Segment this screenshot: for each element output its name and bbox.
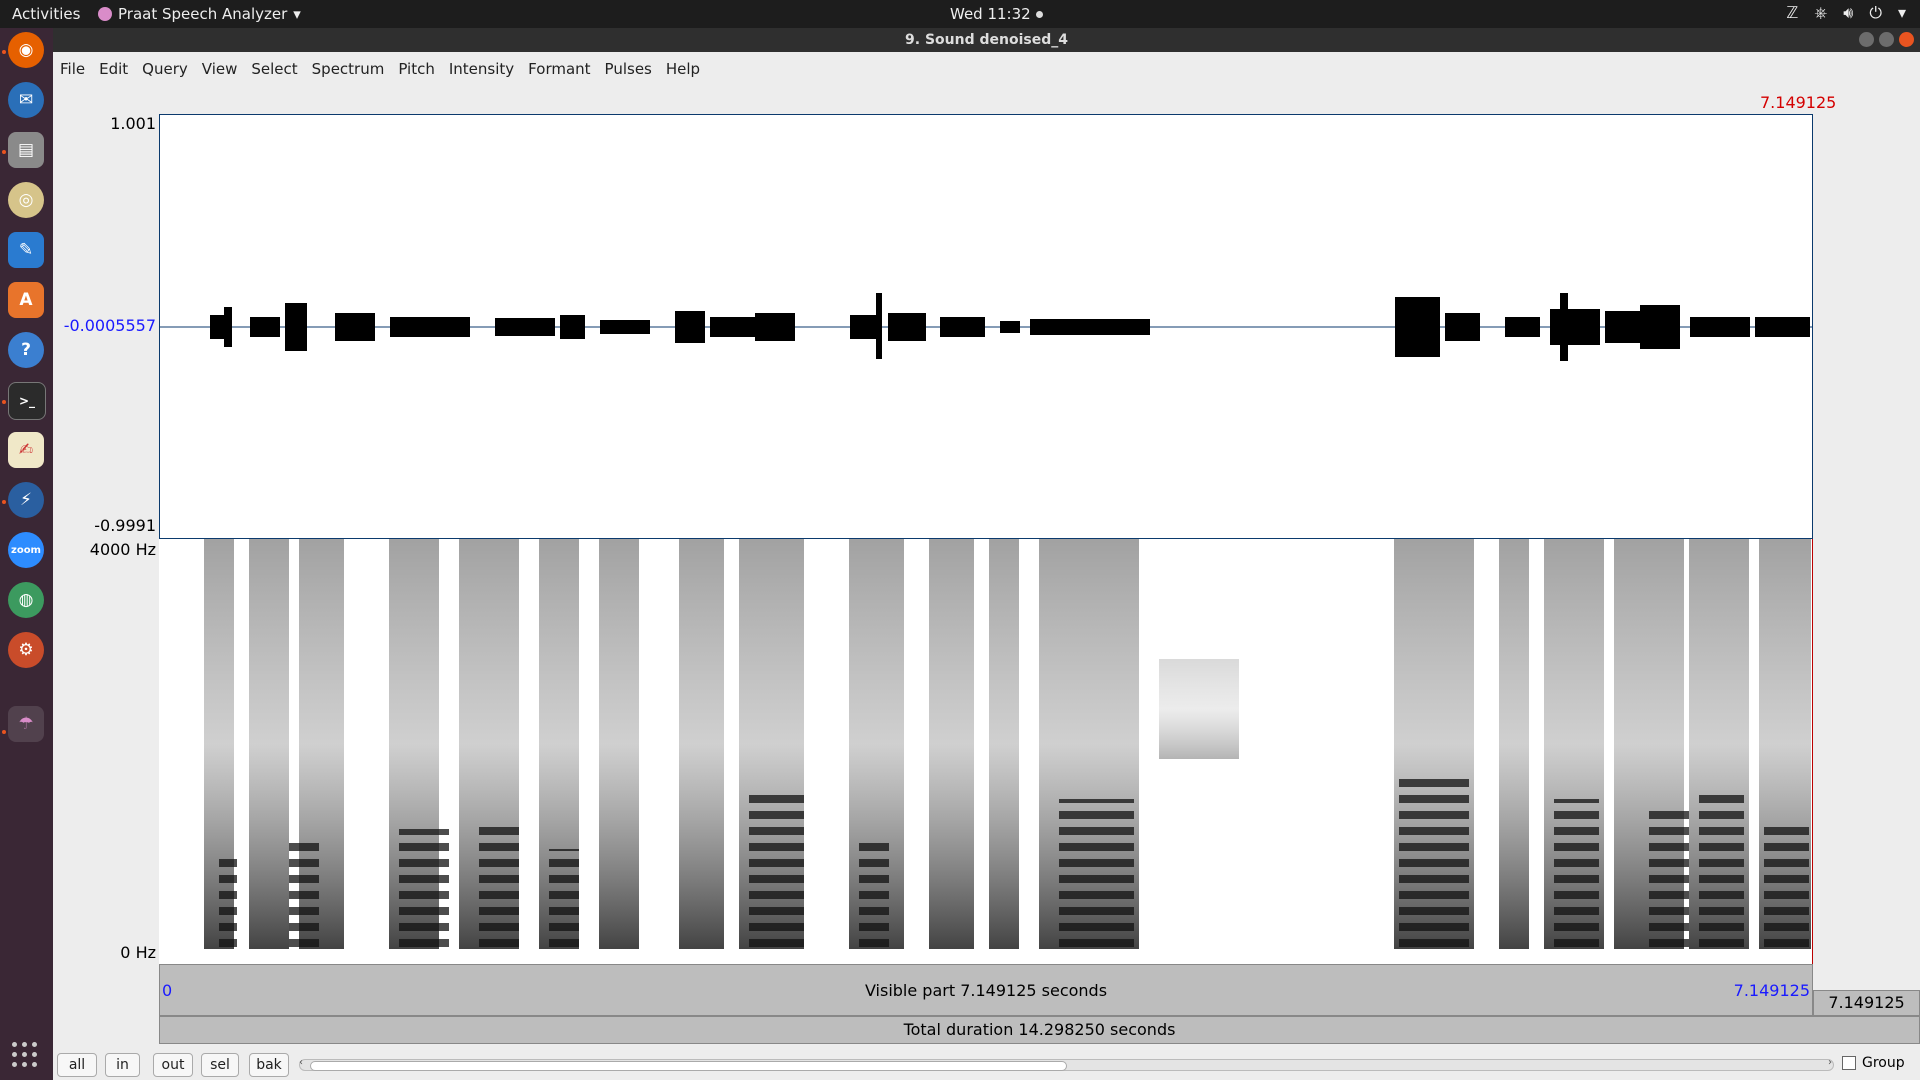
maximize-icon[interactable]: [1879, 32, 1894, 47]
waveform-panel[interactable]: [159, 114, 1813, 539]
system-top-bar: Activities Praat Speech Analyzer ▾ Wed 1…: [0, 0, 1920, 28]
visible-end-label: 7.149125: [1733, 981, 1810, 1000]
menu-help[interactable]: Help: [659, 60, 707, 78]
menu-spectrum[interactable]: Spectrum: [305, 60, 392, 78]
help-icon[interactable]: ?: [8, 332, 44, 368]
window-title: 9. Sound denoised_4: [905, 32, 1068, 48]
software-center-icon[interactable]: A: [8, 282, 44, 318]
settings-icon[interactable]: ⚙: [8, 632, 44, 668]
group-label: Group: [1862, 1055, 1905, 1071]
app-menu-label: Praat Speech Analyzer: [118, 5, 288, 23]
visible-part-bar[interactable]: 0 Visible part 7.149125 seconds 7.149125: [159, 964, 1813, 1016]
libreoffice-writer-icon[interactable]: ✎: [8, 232, 44, 268]
zoom-in-button[interactable]: in: [105, 1053, 140, 1077]
zotero-tray-icon[interactable]: ℤ: [1786, 3, 1798, 23]
total-duration-bar[interactable]: Total duration 14.298250 seconds: [159, 1016, 1920, 1044]
running-indicator: [2, 400, 6, 404]
running-indicator: [2, 730, 6, 734]
zoom-selection-button[interactable]: sel: [201, 1053, 239, 1077]
app-menu[interactable]: Praat Speech Analyzer ▾: [98, 5, 301, 23]
zoom-back-button[interactable]: bak: [249, 1053, 289, 1077]
power-icon[interactable]: ⏻: [1869, 3, 1882, 23]
wave-zero-label: -0.0005557: [63, 316, 156, 335]
scroll-right-icon[interactable]: ›: [1828, 1057, 1832, 1068]
spectrogram-panel[interactable]: [159, 539, 1813, 964]
system-tray[interactable]: ℤ ⎈ 🔊︎ ⏻ ▾: [1786, 3, 1906, 23]
running-indicator: [2, 500, 6, 504]
menu-view[interactable]: View: [195, 60, 245, 78]
horizontal-scrollbar[interactable]: ‹ ›: [299, 1057, 1834, 1071]
text-editor-icon[interactable]: ✍: [8, 432, 44, 468]
remaining-duration-box[interactable]: 7.149125: [1813, 990, 1920, 1016]
menu-select[interactable]: Select: [244, 60, 304, 78]
files-icon[interactable]: ▤: [8, 132, 44, 168]
kodi-icon[interactable]: ⚡: [8, 482, 44, 518]
close-icon[interactable]: [1899, 32, 1914, 47]
volume-icon[interactable]: 🔊︎: [1843, 3, 1853, 23]
spec-min-label: 0 Hz: [120, 943, 156, 962]
activities-button[interactable]: Activities: [12, 5, 80, 23]
group-toggle[interactable]: Group: [1842, 1055, 1905, 1071]
scrollbar-thumb[interactable]: [310, 1061, 1067, 1071]
menu-formant[interactable]: Formant: [521, 60, 597, 78]
menu-file[interactable]: File: [53, 60, 92, 78]
wave-max-label: 1.001: [110, 114, 156, 133]
show-applications-icon[interactable]: [12, 1042, 38, 1068]
wave-min-label: -0.9991: [94, 516, 156, 535]
zoom-all-button[interactable]: all: [57, 1053, 97, 1077]
bottom-toolbar: all in out sel bak ‹ › Group: [53, 1047, 1920, 1080]
minimize-icon[interactable]: [1859, 32, 1874, 47]
terminal-icon[interactable]: >_: [8, 382, 46, 420]
running-indicator: [2, 150, 6, 154]
waveform-svg: [160, 293, 1812, 361]
menu-intensity[interactable]: Intensity: [442, 60, 521, 78]
chevron-down-icon[interactable]: ▾: [1898, 3, 1906, 23]
rhythmbox-icon[interactable]: ◎: [8, 182, 44, 218]
notification-dot-icon: [1035, 11, 1043, 18]
scroll-left-icon[interactable]: ‹: [299, 1057, 303, 1068]
running-indicator: [2, 50, 6, 54]
clock[interactable]: Wed 11:32: [950, 5, 1043, 23]
group-checkbox[interactable]: [1842, 1056, 1856, 1070]
praat-icon[interactable]: ☂: [8, 706, 44, 742]
menu-edit[interactable]: Edit: [92, 60, 135, 78]
menu-pulses[interactable]: Pulses: [598, 60, 659, 78]
menu-bar: File Edit Query View Select Spectrum Pit…: [53, 52, 1920, 86]
spectrogram-svg: [204, 539, 1811, 949]
zoom-out-button[interactable]: out: [153, 1053, 193, 1077]
cursor-time-label: 7.149125: [1760, 93, 1837, 112]
spec-max-label: 4000 Hz: [89, 540, 156, 559]
chevron-down-icon: ▾: [293, 5, 301, 23]
visible-part-label: Visible part 7.149125 seconds: [864, 981, 1108, 1000]
browser-icon[interactable]: ◍: [8, 582, 44, 618]
clock-label: Wed 11:32: [950, 5, 1031, 23]
menu-pitch[interactable]: Pitch: [391, 60, 442, 78]
window-title-bar: 9. Sound denoised_4: [53, 28, 1920, 52]
menu-query[interactable]: Query: [135, 60, 195, 78]
praat-icon: [98, 7, 112, 21]
network-icon[interactable]: ⎈: [1814, 3, 1827, 23]
firefox-icon[interactable]: ◉: [8, 32, 44, 68]
thunderbird-icon[interactable]: ✉: [8, 82, 44, 118]
